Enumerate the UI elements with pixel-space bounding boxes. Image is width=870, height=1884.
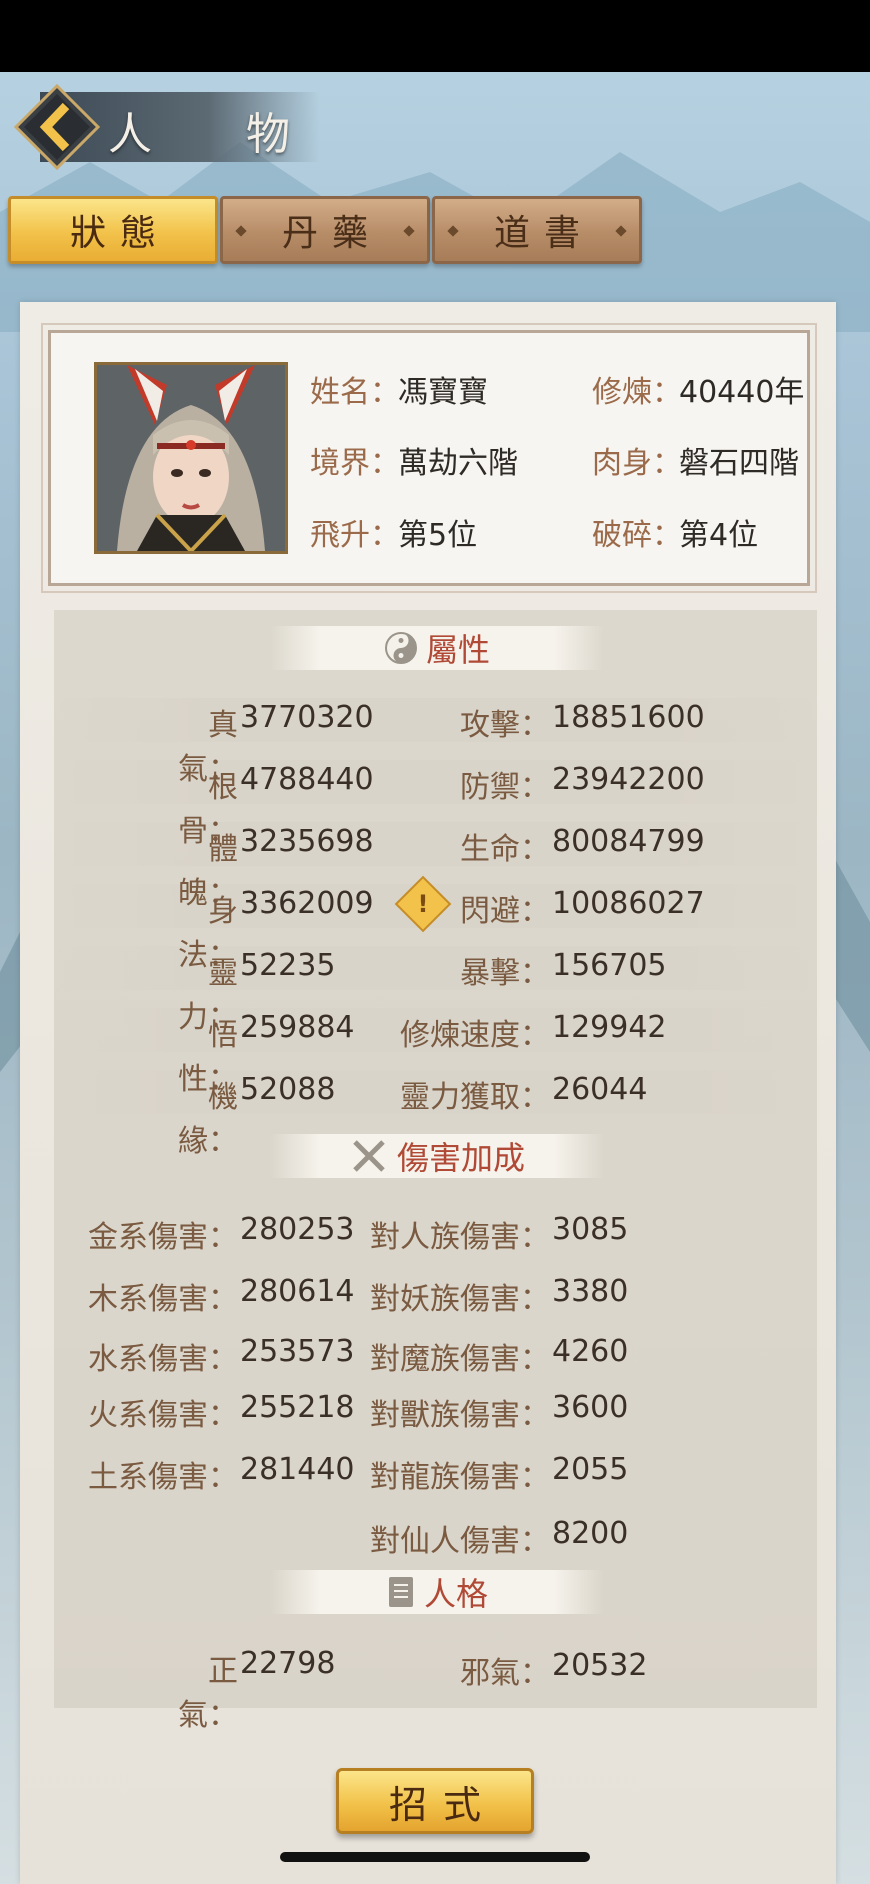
tab-status[interactable]: 狀態 [8, 196, 218, 264]
stat-label: 土系傷害： [88, 1460, 238, 1495]
home-indicator[interactable] [280, 1852, 590, 1862]
stat-label: 修煉速度： [400, 1018, 550, 1053]
stat-label: 生命： [460, 832, 550, 867]
page-title: 人 物 [108, 109, 330, 160]
stat-value: 23942200 [552, 762, 705, 797]
stat-label: 金系傷害： [88, 1220, 238, 1255]
tab-ornament-icon [403, 225, 415, 237]
stat-value: 3380 [552, 1274, 629, 1309]
stat-label: 防禦： [460, 770, 550, 805]
stat-label: 閃避： [460, 894, 550, 929]
stat-value: 280614 [240, 1274, 355, 1309]
stat-value: 156705 [552, 948, 667, 983]
stat-label: 邪氣： [460, 1656, 550, 1691]
tab-status-label: 狀態 [69, 213, 170, 254]
stat-value: 3600 [552, 1390, 629, 1425]
stat-value: 129942 [552, 1010, 667, 1045]
body-value: 磐石四階 [679, 446, 799, 481]
stat-value: 259884 [240, 1010, 355, 1045]
attributes-header: 屬性 [270, 626, 604, 670]
body-label: 肉身： [592, 446, 682, 481]
crossed-swords-icon [353, 1140, 385, 1172]
stat-value: 253573 [240, 1334, 355, 1369]
stat-value: 52235 [240, 948, 336, 983]
realm-value: 萬劫六階 [398, 446, 518, 481]
stat-label: 暴擊： [460, 956, 550, 991]
stat-label: 對人族傷害： [370, 1220, 550, 1255]
stat-value: 26044 [552, 1072, 648, 1107]
yin-yang-icon [384, 632, 417, 664]
tab-ornament-icon [615, 225, 627, 237]
tab-ornament-icon [447, 225, 459, 237]
ascension-label: 飛升： [310, 518, 400, 553]
tab-books-label: 道書 [493, 213, 594, 254]
stat-value: 3235698 [240, 824, 374, 859]
damage-title: 傷害加成 [396, 1139, 525, 1177]
scroll-icon [388, 1577, 413, 1607]
shatter-value: 第4位 [679, 518, 759, 553]
stat-label: 對魔族傷害： [370, 1342, 550, 1377]
cultivation-label: 修煉： [592, 375, 682, 410]
stat-label: 火系傷害： [88, 1398, 238, 1433]
personality-header: 人格 [270, 1570, 604, 1614]
stat-value: 18851600 [552, 700, 705, 735]
damage-header: 傷害加成 [270, 1134, 604, 1178]
stat-value: 3770320 [240, 700, 374, 735]
stat-value: 3085 [552, 1212, 629, 1247]
stat-value: 20532 [552, 1648, 648, 1683]
stat-value: 52088 [240, 1072, 336, 1107]
stat-value: 2055 [552, 1452, 629, 1487]
stat-label: 攻擊： [460, 708, 550, 743]
name-label: 姓名： [310, 375, 400, 410]
skills-button[interactable]: 招式 [336, 1768, 534, 1834]
stat-label: 對獸族傷害： [370, 1398, 550, 1433]
tab-pills-label: 丹藥 [281, 213, 382, 254]
chevron-left-icon[interactable] [14, 84, 100, 170]
stat-value: 22798 [240, 1646, 336, 1681]
name-value: 馮寶寶 [398, 375, 488, 410]
stat-value: 280253 [240, 1212, 355, 1247]
stat-value: 8200 [552, 1516, 629, 1551]
stat-value: 3362009 [240, 886, 374, 921]
stat-label: 靈力獲取： [400, 1080, 550, 1115]
tab-books[interactable]: 道書 [432, 196, 642, 264]
attributes-title: 屬性 [425, 631, 490, 669]
realm-label: 境界： [310, 446, 400, 481]
stat-label: 對龍族傷害： [370, 1460, 550, 1495]
stat-label: 對妖族傷害： [370, 1282, 550, 1317]
stat-value: 4260 [552, 1334, 629, 1369]
skills-button-label: 招式 [388, 1782, 497, 1827]
header: 人 物 [0, 82, 870, 172]
character-portrait [94, 362, 288, 554]
stat-label: 正氣： [178, 1654, 238, 1733]
tab-pills[interactable]: 丹藥 [220, 196, 430, 264]
stat-value: 10086027 [552, 886, 705, 921]
stat-label: 對仙人傷害： [370, 1524, 550, 1559]
stat-label: 木系傷害： [88, 1282, 238, 1317]
stat-label: 機緣： [178, 1080, 238, 1159]
stat-value: 4788440 [240, 762, 374, 797]
ascension-value: 第5位 [398, 518, 478, 553]
tab-ornament-icon [235, 225, 247, 237]
cultivation-value: 40440年 [679, 375, 805, 410]
stat-value: 255218 [240, 1390, 355, 1425]
stat-label: 水系傷害： [88, 1342, 238, 1377]
stat-value: 80084799 [552, 824, 705, 859]
personality-title: 人格 [423, 1575, 488, 1613]
portrait-image [97, 365, 285, 551]
status-bar [0, 0, 870, 72]
tab-bar: 狀態 丹藥 道書 [8, 196, 648, 266]
shatter-label: 破碎： [592, 518, 682, 553]
stat-value: 281440 [240, 1452, 355, 1487]
